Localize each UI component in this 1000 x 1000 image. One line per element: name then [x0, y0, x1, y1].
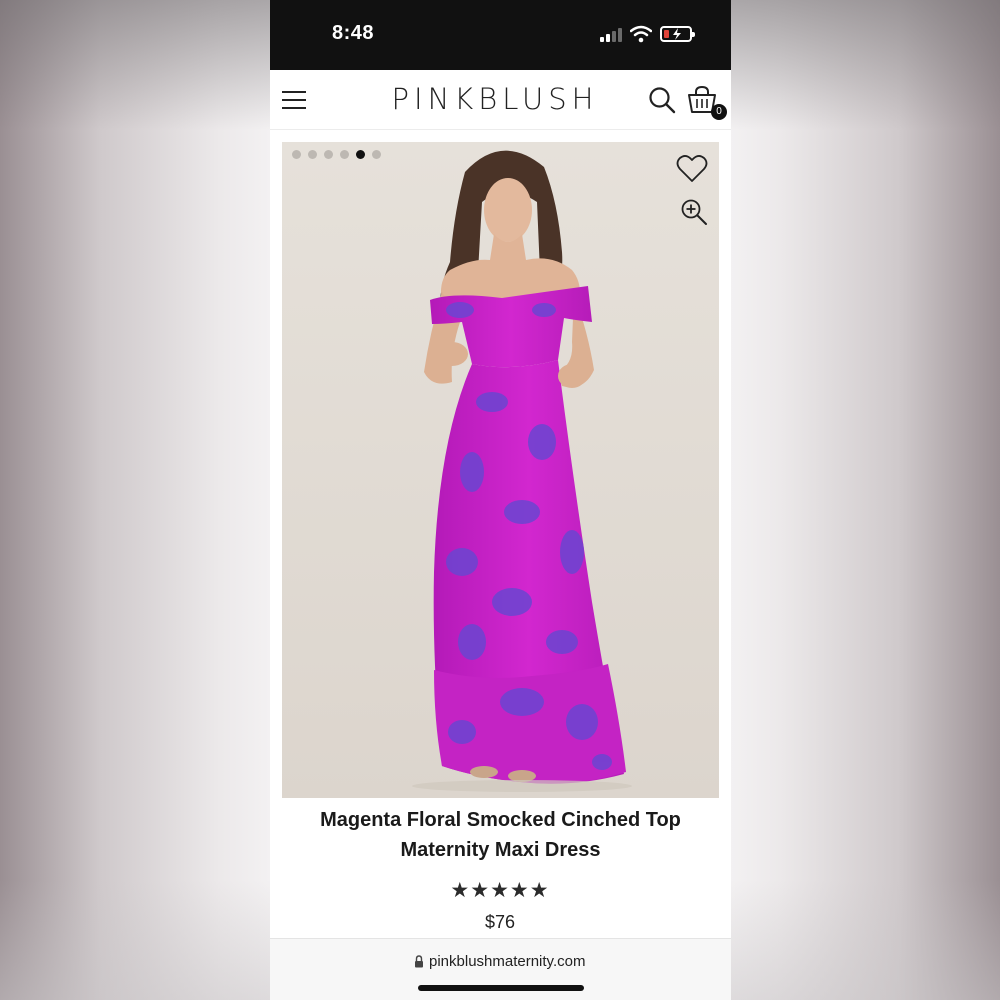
brand-logo[interactable]: PINKBLUSH	[375, 82, 615, 116]
star-rating[interactable]: ★★★★★	[445, 878, 555, 902]
menu-icon[interactable]	[282, 90, 306, 110]
status-bar: 8:48	[270, 0, 731, 70]
carousel-dot[interactable]	[340, 150, 349, 159]
star-icon: ★	[529, 878, 550, 902]
product-image[interactable]	[282, 142, 719, 798]
signal-icon	[600, 28, 626, 42]
site-header: PINKBLUSH 0	[270, 70, 731, 130]
cart-count-badge: 0	[711, 104, 727, 120]
image-carousel-dots	[292, 150, 381, 160]
search-icon[interactable]	[648, 86, 676, 114]
home-indicator[interactable]	[418, 985, 584, 991]
status-time: 8:48	[332, 22, 375, 44]
star-icon: ★	[490, 878, 510, 902]
model-photo	[282, 142, 719, 798]
star-icon: ★	[509, 878, 530, 902]
browser-url-bar[interactable]: pinkblushmaternity.com	[270, 938, 731, 1000]
carousel-dot[interactable]	[372, 150, 381, 159]
battery-icon	[660, 26, 695, 42]
carousel-dot[interactable]	[308, 150, 317, 159]
product-price: $76	[484, 912, 516, 932]
star-icon: ★	[450, 878, 471, 902]
zoom-in-icon[interactable]	[680, 198, 708, 226]
wifi-icon	[630, 25, 652, 43]
product-title: Magenta Floral Smocked Cinched Top Mater…	[320, 809, 681, 861]
phone-screen: 8:48 PINKBLUSH 0 Magenta Floral Smocked …	[270, 0, 731, 1000]
star-icon: ★	[470, 878, 491, 902]
lock-icon	[415, 955, 423, 968]
url-text[interactable]: pinkblushmaternity.com	[429, 953, 585, 970]
carousel-dot[interactable]	[324, 150, 333, 159]
carousel-dot[interactable]	[292, 150, 301, 159]
carousel-dot-active[interactable]	[356, 150, 365, 159]
heart-icon[interactable]	[676, 154, 708, 184]
